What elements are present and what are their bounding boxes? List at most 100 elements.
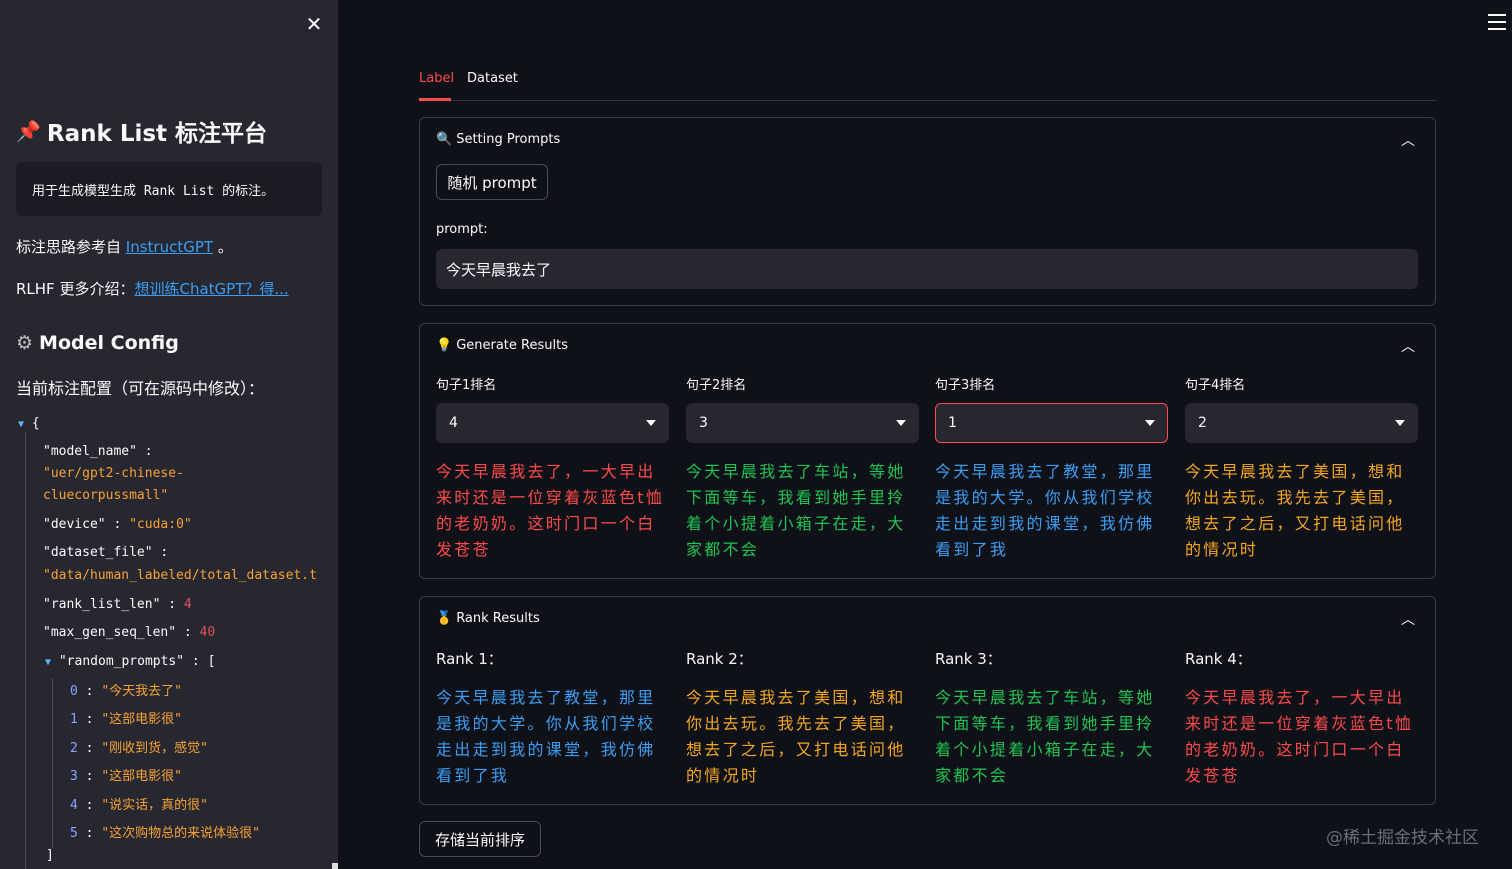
rank-4-label: Rank 4： <box>1185 650 1252 668</box>
sentence-1-rank-select[interactable]: 4 <box>436 403 669 443</box>
prompt-input[interactable]: 今天早晨我去了 <box>436 249 1418 289</box>
random-prompt-button[interactable]: 随机 prompt <box>436 164 548 200</box>
chevron-up-icon[interactable]: ︿ <box>1401 336 1415 356</box>
sidebar-title: 📌 Rank List 标注平台 <box>16 114 267 148</box>
chevron-down-icon <box>896 420 906 426</box>
json-entry: "rank_list_len" : 4 <box>43 597 192 612</box>
expand-triangle-icon: ▼ <box>18 419 25 430</box>
chevron-down-icon <box>646 420 656 426</box>
json-value: "cuda:0" <box>129 517 192 532</box>
generate-results-expander: 💡 Generate Results ︿ 句子1排名 句子2排名 句子3排名 句… <box>419 323 1436 579</box>
chevron-down-icon <box>1395 420 1405 426</box>
setting-prompts-expander: 🔍 Setting Prompts ︿ 随机 prompt prompt: 今天… <box>419 117 1436 306</box>
sidebar: ✕ 📌 Rank List 标注平台 用于生成模型生成 Rank List 的标… <box>0 0 338 869</box>
rlhf-link[interactable]: 想训练ChatGPT？得... <box>134 280 288 298</box>
chevron-down-icon <box>1145 420 1155 426</box>
json-key: "dataset_file" <box>43 545 153 560</box>
medal-icon: 🥇 <box>436 611 453 626</box>
sidebar-title-text: Rank List 标注平台 <box>46 121 268 147</box>
tab-label[interactable]: Label <box>419 71 454 86</box>
json-guide-line <box>25 432 26 869</box>
select-value: 2 <box>1198 415 1207 431</box>
json-key: "max_gen_seq_len" <box>43 625 177 640</box>
description-text: 用于生成模型生成 Rank List 的标注。 <box>32 183 275 199</box>
json-value: "这部电影很" <box>101 712 182 727</box>
json-key: "random_prompts" <box>58 654 185 669</box>
reference-line: 标注思路参考自 InstructGPT 。 <box>16 236 233 257</box>
json-value: cluecorpussmall" <box>43 488 169 503</box>
sentence-3-rank-select[interactable]: 1 <box>935 403 1168 443</box>
json-close-bracket: ] <box>46 848 54 863</box>
sentence-1-rank-label: 句子1排名 <box>436 378 497 393</box>
tab-bar: Label Dataset <box>419 66 1436 101</box>
rank-3-label: Rank 3： <box>935 650 1002 668</box>
rank-1-sentence: 今天早晨我去了教堂，那里是我的大学。你从我们学校走出走到我的课堂，我仿佛看到了我 <box>436 688 656 785</box>
json-value: "uer/gpt2-chinese- <box>43 466 184 481</box>
json-open-bracket: [ <box>207 654 216 669</box>
tab-dataset[interactable]: Dataset <box>467 71 518 86</box>
sidebar-scrollbar[interactable] <box>332 863 338 869</box>
magnifier-icon: 🔍 <box>436 132 453 147</box>
json-entry: "max_gen_seq_len" : 40 <box>43 625 216 640</box>
expand-triangle-icon: ▼ <box>45 657 52 668</box>
chevron-up-icon[interactable]: ︿ <box>1401 609 1415 629</box>
json-value: "说实话，真的很" <box>101 798 208 813</box>
sentence-4-rank-label: 句子4排名 <box>1185 378 1246 393</box>
rlhf-prefix: RLHF 更多介绍： <box>16 280 135 298</box>
lightbulb-icon: 💡 <box>436 338 453 353</box>
active-tab-indicator <box>419 98 451 101</box>
json-value: "这次购物总的来说体验很" <box>101 826 260 841</box>
sentence-4-rank-select[interactable]: 2 <box>1185 403 1418 443</box>
instructgpt-link[interactable]: InstructGPT <box>126 238 213 256</box>
json-value: 40 <box>199 625 216 640</box>
json-value: "今天我去了" <box>101 684 182 699</box>
json-guide-line <box>52 678 53 848</box>
save-ranking-button[interactable]: 存储当前排序 <box>419 821 541 857</box>
rank-2-sentence: 今天早晨我去了美国，想和你出去玩。我先去了美国，想去了之后，又打电话问他的情况时 <box>686 688 906 785</box>
json-array-item: 2 : "刚收到货，感觉" <box>70 741 208 756</box>
setting-prompts-header[interactable]: 🔍 Setting Prompts <box>436 132 560 147</box>
json-value: "这部电影很" <box>101 769 182 784</box>
json-key: "rank_list_len" <box>43 597 161 612</box>
json-value: "刚收到货，感觉" <box>101 741 208 756</box>
json-array-item: 5 : "这次购物总的来说体验很" <box>70 826 260 841</box>
hamburger-menu-icon[interactable] <box>1488 14 1506 30</box>
prompt-label: prompt: <box>436 222 488 237</box>
json-array-toggle[interactable]: ▼ "random_prompts" : [ <box>45 654 215 669</box>
rank-3-sentence: 今天早晨我去了车站，等她下面等车，我看到她手里拎着个小提着小箱子在走，大家都不会 <box>935 688 1155 785</box>
sentence-2-rank-select[interactable]: 3 <box>686 403 919 443</box>
reference-prefix: 标注思路参考自 <box>16 238 126 256</box>
gear-icon: ⚙ <box>16 332 34 354</box>
json-entry: "dataset_file" : <box>43 545 169 560</box>
json-array-item: 4 : "说实话，真的很" <box>70 798 208 813</box>
rank-2-label: Rank 2： <box>686 650 753 668</box>
select-value: 4 <box>449 415 458 431</box>
pushpin-icon: 📌 <box>16 119 41 143</box>
chevron-up-icon[interactable]: ︿ <box>1401 130 1415 150</box>
rank-1-label: Rank 1： <box>436 650 503 668</box>
close-icon[interactable]: ✕ <box>302 12 326 36</box>
json-entry: "model_name" : <box>43 444 153 459</box>
reference-suffix: 。 <box>213 238 233 256</box>
json-open-brace: { <box>31 416 40 431</box>
generated-sentence-4: 今天早晨我去了美国，想和你出去玩。我先去了美国，想去了之后，又打电话问他的情况时 <box>1185 462 1405 559</box>
rank-results-header[interactable]: 🥇 Rank Results <box>436 611 540 626</box>
json-array-item: 3 : "这部电影很" <box>70 769 182 784</box>
generated-sentence-2: 今天早晨我去了车站，等她下面等车，我看到她手里拎着个小提着小箱子在走，大家都不会 <box>686 462 906 559</box>
json-key: "model_name" <box>43 444 137 459</box>
select-value: 3 <box>699 415 708 431</box>
setting-prompts-title: Setting Prompts <box>456 132 561 147</box>
json-key: "device" <box>43 517 106 532</box>
rank-results-title: Rank Results <box>456 611 540 626</box>
generate-results-header[interactable]: 💡 Generate Results <box>436 338 568 353</box>
json-array-item: 1 : "这部电影很" <box>70 712 182 727</box>
sentence-3-rank-label: 句子3排名 <box>935 378 996 393</box>
rank-4-sentence: 今天早晨我去了，一大早出来时还是一位穿着灰蓝色t恤的老奶奶。这时门口一个白发苍苍 <box>1185 688 1414 785</box>
json-value: 4 <box>183 597 192 612</box>
generate-results-title: Generate Results <box>456 338 568 353</box>
model-config-heading: ⚙ Model Config <box>16 332 179 354</box>
generated-sentence-1: 今天早晨我去了，一大早出来时还是一位穿着灰蓝色t恤的老奶奶。这时门口一个白发苍苍 <box>436 462 665 559</box>
rlhf-line: RLHF 更多介绍：想训练ChatGPT？得... <box>16 278 289 299</box>
json-root-toggle[interactable]: ▼ { <box>18 416 40 431</box>
watermark: @稀土掘金技术社区 <box>1326 828 1479 848</box>
